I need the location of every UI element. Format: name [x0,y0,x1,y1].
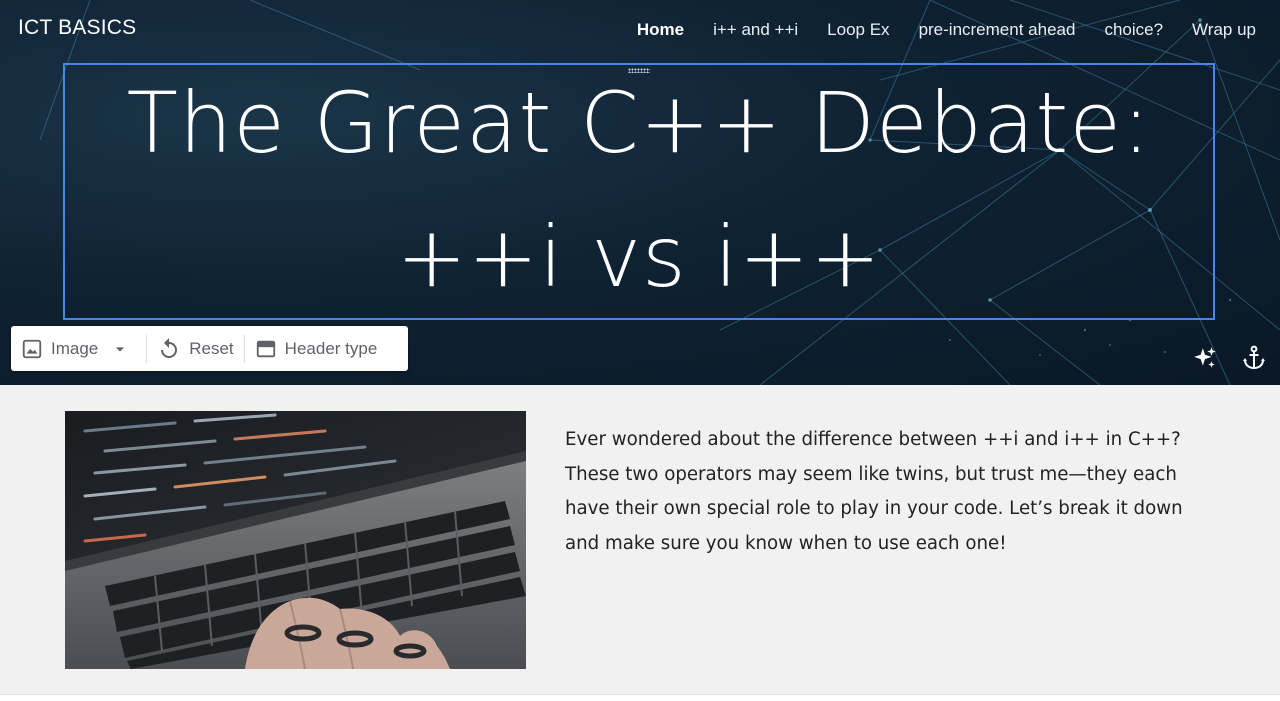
reset-button[interactable]: Reset [147,326,243,371]
dropdown-arrow-icon [116,346,125,351]
reset-label: Reset [189,338,234,358]
laptop-keyboard-photo[interactable] [65,411,526,669]
page-title[interactable]: The Great C++ Debate: ++i vs i++ [127,56,1152,324]
image-menu-label: Image [51,338,99,358]
hero-action-icons [1192,345,1266,371]
header-type-button[interactable]: Header type [245,326,388,371]
nav-i-plus-plus[interactable]: i++ and ++i [713,20,798,40]
drag-handle-icon[interactable] [628,68,650,73]
intro-paragraph: Ever wondered about the difference betwe… [565,429,1183,554]
intro-section: Ever wondered about the difference betwe… [0,385,1280,695]
nav-choice[interactable]: choice? [1104,20,1163,40]
header-type-label: Header type [284,338,378,358]
image-menu-button[interactable]: Image [11,326,140,371]
page-title-line-2: ++i vs i++ [396,207,882,306]
header-type-icon [256,340,275,357]
page-title-line-1: The Great C++ Debate: [126,73,1152,172]
nav-home[interactable]: Home [637,20,684,40]
title-selection-box[interactable]: The Great C++ Debate: ++i vs i++ [63,63,1215,320]
sparkle-icon[interactable] [1192,345,1218,371]
top-navigation: Home i++ and ++i Loop Ex pre-increment a… [637,20,1256,40]
reset-icon [161,337,178,358]
header-edit-toolbar: Image Reset Header type [11,326,408,371]
header-banner: ICT BASICS Home i++ and ++i Loop Ex pre-… [0,0,1280,385]
laptop-typing-illustration [65,411,526,669]
image-icon [22,339,42,358]
nav-wrap-up[interactable]: Wrap up [1192,20,1256,40]
site-brand[interactable]: ICT BASICS [18,16,136,40]
nav-loop-ex[interactable]: Loop Ex [827,20,889,40]
anchor-icon[interactable] [1242,345,1266,371]
nav-pre-increment-ahead[interactable]: pre-increment ahead [919,20,1076,40]
